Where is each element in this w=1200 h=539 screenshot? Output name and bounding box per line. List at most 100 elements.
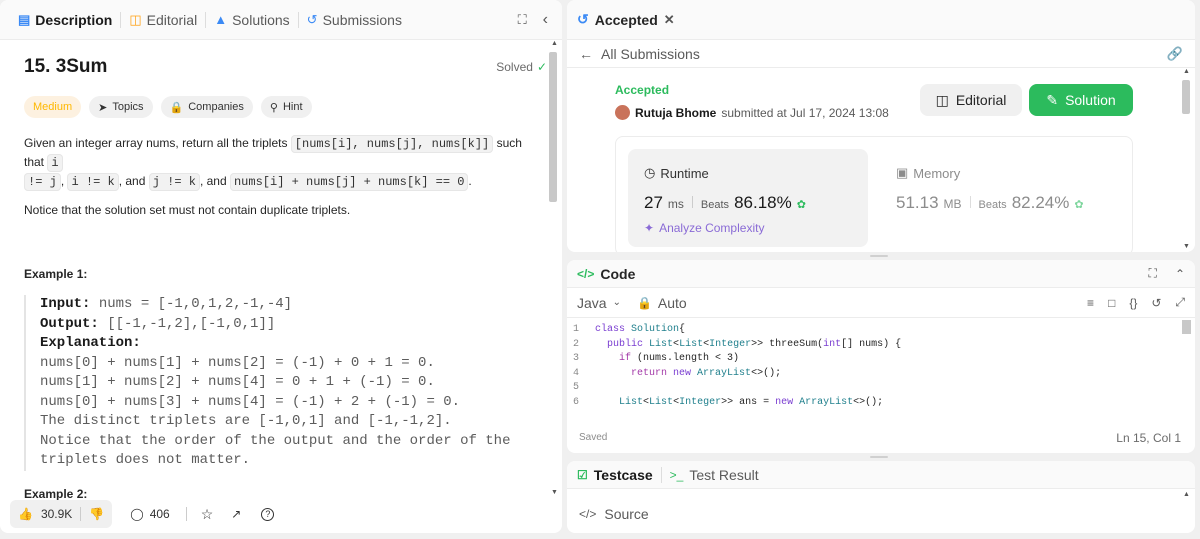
share-icon[interactable]: ↗ <box>231 507 241 521</box>
tag-row: Medium ➤ Topics 🔒 Companies ⚲ Hint <box>24 96 539 118</box>
code-token: new <box>673 367 698 379</box>
companies-chip[interactable]: 🔒 Companies <box>160 96 253 118</box>
lightbulb-icon: ⚲ <box>269 101 278 114</box>
difficulty-badge: Medium <box>24 96 82 118</box>
code-panel: </> Code ⛶ ⌃ Java ⌄ 🔒 Auto ≡ □ {} ↺ ⤢ 1 c… <box>567 260 1195 453</box>
all-submissions-link[interactable]: All Submissions <box>601 46 700 62</box>
collapse-chevron-icon[interactable]: ‹ <box>543 11 548 29</box>
solution-button[interactable]: ✎ Solution <box>1029 84 1133 116</box>
runtime-beats-label: Beats <box>700 199 730 211</box>
link-icon[interactable]: 🔗 <box>1167 46 1183 62</box>
thumbs-down-icon[interactable]: 👎 <box>89 507 104 521</box>
code-token: new <box>775 396 800 408</box>
code-line[interactable]: 2 public List < List < Integer >> threeSum(in… <box>567 339 1167 354</box>
line-number: 2 <box>572 338 579 350</box>
tab-editorial[interactable]: ◫ Editorial <box>121 0 205 40</box>
analyze-complexity-link[interactable]: ✦ Analyze Complexity <box>644 221 764 235</box>
code-scrollbar[interactable] <box>1181 318 1191 404</box>
chevron-up-icon[interactable]: ⌃ <box>1175 267 1185 281</box>
hint-chip[interactable]: ⚲ Hint <box>260 96 312 118</box>
checkbox-icon: ☑ <box>577 467 588 482</box>
code-line[interactable]: 5 <box>567 382 1167 397</box>
close-icon[interactable]: ✕ <box>664 12 675 28</box>
maximize-icon[interactable]: ⛶ <box>518 12 527 28</box>
thumbs-up-icon[interactable]: 👍 <box>18 507 33 521</box>
accepted-scrollbar[interactable]: ▲ ▼ <box>1181 68 1191 250</box>
code-editor[interactable]: 1 class Solution{2 public List < List < Integ… <box>567 324 1167 411</box>
code-line[interactable]: 1 class Solution{ <box>567 324 1167 339</box>
memory-unit: MB <box>943 197 962 211</box>
description-footer: 👍 30.9K 👎 ◯ 406 ☆ ↗ ? <box>10 500 275 528</box>
flask-icon: ▲ <box>214 12 228 27</box>
format-icon[interactable]: ≡ <box>1087 296 1094 310</box>
code-token: >> <box>751 338 770 350</box>
chevron-down-icon: ⌄ <box>612 297 621 308</box>
arrow-left-icon[interactable]: ← <box>579 46 593 62</box>
submitter-row: Rutuja Bhome submitted at Jul 17, 2024 1… <box>615 105 889 120</box>
book-icon: ◫ <box>129 12 142 27</box>
vertical-resize-handle[interactable] <box>870 255 888 257</box>
expand-icon[interactable]: ⤢ <box>1175 295 1185 310</box>
line-number: 6 <box>572 396 579 408</box>
source-button[interactable]: </> Source <box>579 506 649 522</box>
code-brackets-icon: </> <box>577 266 595 281</box>
auto-mode[interactable]: Auto <box>658 295 687 311</box>
check-circle-icon: ✓ <box>536 60 547 74</box>
code-token: Solution <box>631 324 680 335</box>
tab-solutions[interactable]: ▲ Solutions <box>206 0 297 40</box>
user-name[interactable]: Rutuja Bhome <box>635 106 716 120</box>
problem-note: Notice that the solution set must not co… <box>24 203 351 217</box>
code-toolbar: Java ⌄ 🔒 Auto ≡ □ {} ↺ ⤢ <box>567 288 1195 318</box>
help-icon[interactable]: ? <box>261 507 275 521</box>
tab-separator <box>660 466 662 483</box>
code-token: if <box>619 353 638 364</box>
clap-icon: ✿ <box>1074 199 1084 211</box>
code-line[interactable]: 3 if (nums.length < 3) <box>567 353 1167 368</box>
code-title: Code <box>600 265 636 282</box>
maximize-icon[interactable]: ⛶ <box>1149 266 1157 281</box>
code-token: List <box>679 338 704 350</box>
saved-status: Saved <box>579 432 608 443</box>
description-scrollbar[interactable]: ▲ ▼ <box>548 40 558 496</box>
accepted-panel: ↺ Accepted ✕ ← All Submissions 🔗 Accepte… <box>567 0 1195 252</box>
braces-icon[interactable]: {} <box>1129 296 1137 310</box>
runtime-beats-value: 86.18% <box>734 193 792 212</box>
vertical-resize-handle[interactable] <box>870 456 888 458</box>
code-token: Integer <box>679 396 722 408</box>
language-select[interactable]: Java ⌄ <box>577 295 621 311</box>
topics-chip[interactable]: ➤ Topics <box>89 96 153 118</box>
code-line[interactable]: 6 List < List < Integer >> ans = new ArrayLis… <box>567 397 1167 412</box>
runtime-unit: ms <box>667 197 684 211</box>
tab-accepted[interactable]: ↺ Accepted ✕ <box>577 11 675 28</box>
star-icon[interactable]: ☆ <box>201 506 214 523</box>
comment-icon[interactable]: ◯ <box>130 507 143 521</box>
tab-test-result[interactable]: >_ Test Result <box>670 467 759 483</box>
editorial-button[interactable]: ◫ Editorial <box>920 84 1022 116</box>
code-token: List <box>619 396 644 408</box>
memory-beats-value: 82.24% <box>1011 193 1070 212</box>
reset-icon[interactable]: ↺ <box>1151 296 1161 310</box>
code-line[interactable]: 4 return new ArrayList <>(); <box>567 368 1167 383</box>
code-token: int <box>823 338 842 350</box>
tag-icon: ➤ <box>98 101 108 114</box>
avatar[interactable] <box>615 105 630 120</box>
code-token: (nums.length < 3) <box>637 353 740 364</box>
sparkle-icon: ✦ <box>644 221 655 235</box>
memory-chip-icon: ▣ <box>896 165 909 180</box>
memory-beats-label: Beats <box>978 199 1007 211</box>
tab-submissions[interactable]: ↺ Submissions <box>299 0 410 40</box>
line-number: 3 <box>572 353 579 364</box>
tab-description[interactable]: ▤ Description <box>10 0 120 40</box>
memory-card[interactable]: ▣ Memory 51.13 MB Beats 82.24% ✿ <box>884 149 1124 247</box>
problem-title: 15. 3Sum <box>24 56 108 77</box>
clock-icon: ◷ <box>644 165 656 180</box>
bookmark-icon[interactable]: □ <box>1108 296 1115 310</box>
code-tabbar: </> Code ⛶ ⌃ <box>567 260 1195 288</box>
tab-testcase[interactable]: ☑ Testcase <box>577 467 653 483</box>
back-row: ← All Submissions 🔗 <box>567 40 1195 68</box>
runtime-card[interactable]: ◷ Runtime 27 ms Beats 86.18% ✿ ✦ Analyze… <box>628 149 868 247</box>
accepted-tabbar: ↺ Accepted ✕ <box>567 0 1195 40</box>
